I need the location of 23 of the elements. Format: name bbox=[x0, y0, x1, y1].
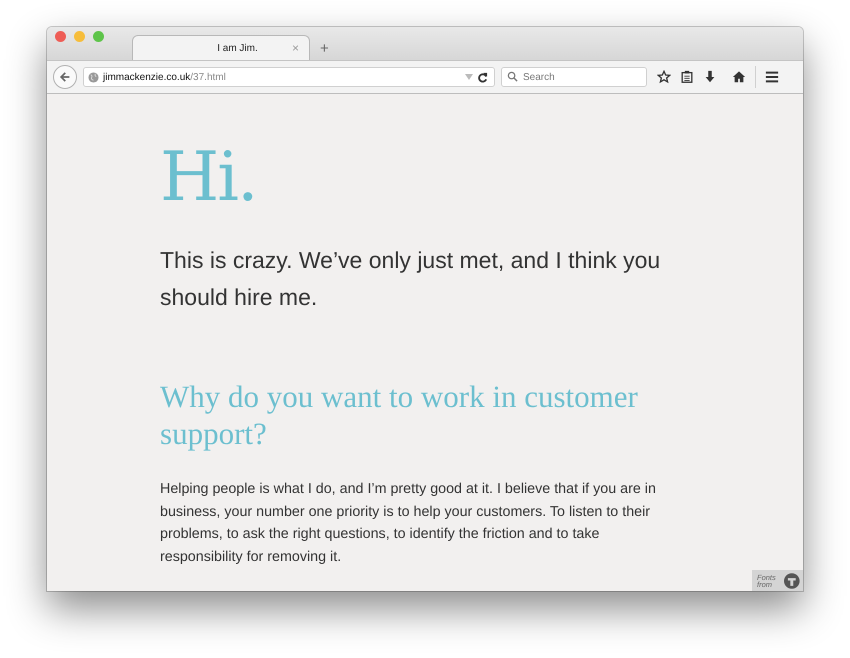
font-logo-icon bbox=[784, 572, 800, 588]
clipboard-button[interactable] bbox=[680, 70, 694, 84]
tab-close-button[interactable]: × bbox=[292, 41, 299, 55]
menu-button[interactable] bbox=[765, 70, 779, 84]
home-button[interactable] bbox=[732, 70, 746, 84]
reload-icon[interactable] bbox=[477, 72, 488, 82]
download-button[interactable] bbox=[703, 70, 717, 84]
tab-title: I am Jim. bbox=[216, 42, 259, 54]
new-tab-button[interactable]: + bbox=[316, 40, 333, 60]
address-bar[interactable]: jimmackenzie.co.uk/37.html bbox=[83, 67, 495, 87]
back-arrow-icon bbox=[58, 70, 72, 84]
search-icon bbox=[507, 71, 518, 82]
browser-tab[interactable]: I am Jim. × bbox=[132, 35, 310, 60]
search-field[interactable]: Search bbox=[501, 67, 647, 87]
url-text: jimmackenzie.co.uk/37.html bbox=[103, 72, 227, 82]
greeting-heading: Hi. bbox=[160, 144, 258, 212]
section-paragraph: Helping people is what I do, and I’m pretty good at it. I believe that if you are in business, your number one priority is to help your customers. To listen to their problems, to ask the right questions, to identify the friction and to take responsibility for removing it. bbox=[160, 480, 657, 566]
section-heading: Why do you want to work in customer support? bbox=[160, 378, 639, 452]
bookmark-star-button[interactable] bbox=[657, 70, 671, 84]
globe-icon bbox=[88, 72, 99, 82]
intro-text: This is crazy. We’ve only just met, and I think you should hire me. bbox=[160, 246, 662, 312]
close-window-icon[interactable] bbox=[55, 31, 66, 42]
back-button[interactable] bbox=[53, 65, 77, 89]
